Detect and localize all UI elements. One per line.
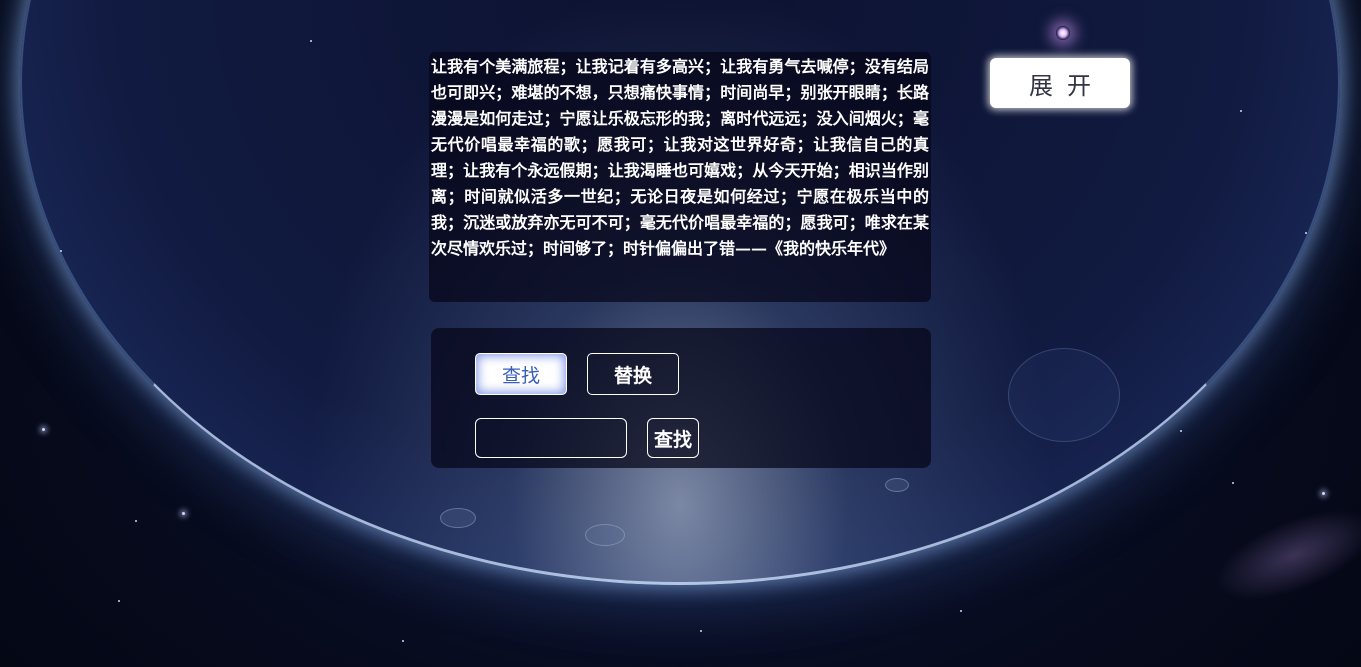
star: [402, 640, 404, 642]
star: [1240, 110, 1242, 112]
crater: [1008, 348, 1120, 442]
tab-replace[interactable]: 替换: [587, 353, 679, 395]
poem-panel: 让我有个美满旅程；让我记着有多高兴；让我有勇气去喊停；没有结局也可即兴；难堪的不…: [429, 52, 931, 302]
expand-button[interactable]: 展开: [990, 58, 1130, 108]
tab-find[interactable]: 查找: [475, 353, 567, 395]
search-button[interactable]: 查找: [647, 418, 699, 458]
star: [60, 250, 62, 252]
star: [310, 40, 312, 42]
nebula: [1203, 490, 1361, 620]
star-flare: [1056, 26, 1070, 40]
star: [1232, 482, 1234, 484]
star: [118, 600, 120, 602]
search-input[interactable]: [475, 418, 627, 458]
star: [135, 520, 137, 522]
crater: [440, 508, 476, 528]
star: [960, 610, 962, 612]
crater: [585, 524, 625, 546]
poem-text: 让我有个美满旅程；让我记着有多高兴；让我有勇气去喊停；没有结局也可即兴；难堪的不…: [431, 57, 929, 258]
star: [1305, 232, 1307, 234]
star: [700, 630, 702, 632]
star: [1180, 430, 1182, 432]
star: [42, 428, 45, 431]
crater: [885, 478, 909, 492]
find-replace-panel: 查找 替换 查找: [431, 328, 931, 468]
star: [182, 512, 185, 515]
star: [1322, 492, 1325, 495]
